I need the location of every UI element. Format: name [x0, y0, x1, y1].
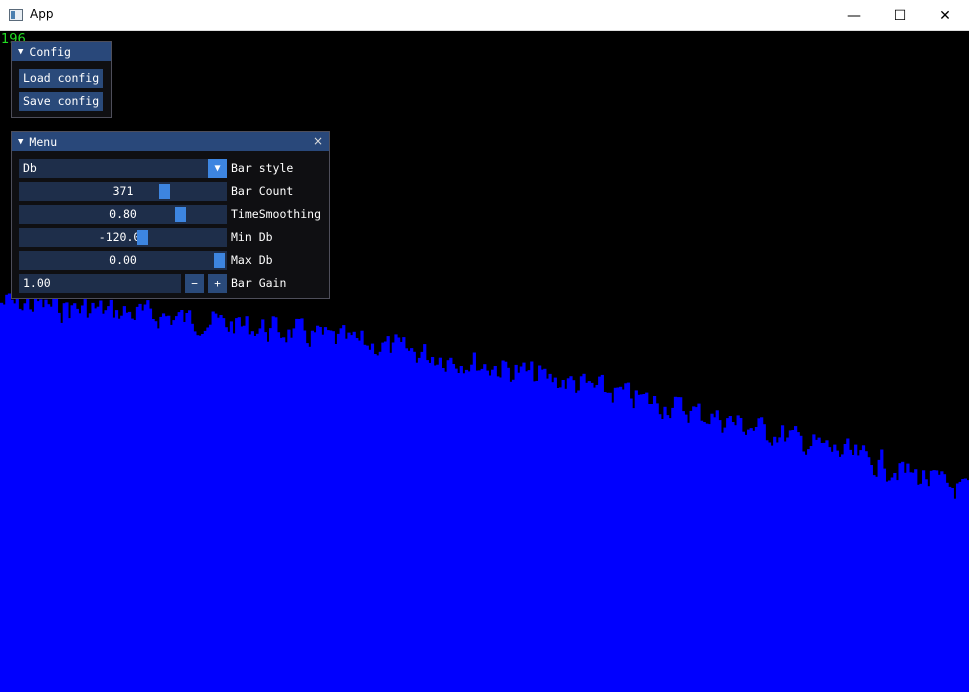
- decrement-button[interactable]: −: [185, 274, 204, 293]
- maximize-button[interactable]: ☐: [877, 0, 923, 31]
- config-panel-title: Config: [29, 44, 71, 59]
- config-panel: ▼ Config Load config Save config: [11, 41, 112, 118]
- render-viewport: 196 ▼ Config Load config Save config ▼ M…: [0, 31, 969, 692]
- bar-style-combo[interactable]: Db ▼: [19, 159, 227, 178]
- menu-panel: ▼ Menu × Db ▼ Bar style 371 Bar Count 0.…: [11, 131, 330, 299]
- slider-grab[interactable]: [136, 230, 148, 245]
- slider-grab[interactable]: [158, 184, 170, 199]
- minimize-button[interactable]: —: [831, 0, 877, 31]
- max-db-value: 0.00: [109, 253, 137, 267]
- bar-style-value: Db: [23, 161, 37, 175]
- window-title: App: [30, 7, 54, 21]
- bar-gain-input[interactable]: 1.00: [19, 274, 181, 293]
- time-smoothing-slider[interactable]: 0.80: [19, 205, 227, 224]
- bar-gain-value: 1.00: [23, 276, 51, 290]
- max-db-label: Max Db: [231, 253, 273, 267]
- load-config-button[interactable]: Load config: [19, 69, 104, 88]
- time-smoothing-label: TimeSmoothing: [231, 207, 322, 221]
- slider-grab[interactable]: [214, 253, 225, 268]
- slider-grab[interactable]: [175, 207, 187, 222]
- max-db-slider[interactable]: 0.00: [19, 251, 227, 270]
- title-bar: App — ☐ ✕: [0, 0, 969, 31]
- menu-panel-titlebar[interactable]: ▼ Menu ×: [12, 132, 329, 151]
- bar-gain-label: Bar Gain: [231, 276, 287, 290]
- save-config-button[interactable]: Save config: [19, 92, 104, 111]
- bar-count-value: 371: [112, 184, 134, 198]
- close-window-button[interactable]: ✕: [922, 0, 968, 31]
- collapse-arrow-icon[interactable]: ▼: [18, 47, 23, 57]
- bar-style-label: Bar style: [231, 161, 294, 175]
- min-db-value: -120.00: [98, 230, 148, 244]
- bar-count-label: Bar Count: [231, 184, 294, 198]
- collapse-arrow-icon[interactable]: ▼: [18, 137, 23, 147]
- app-icon: [9, 9, 23, 21]
- increment-button[interactable]: +: [208, 274, 227, 293]
- chevron-down-icon[interactable]: ▼: [208, 159, 227, 178]
- min-db-label: Min Db: [231, 230, 273, 244]
- time-smoothing-value: 0.80: [109, 207, 137, 221]
- bar-count-slider[interactable]: 371: [19, 182, 227, 201]
- config-panel-titlebar[interactable]: ▼ Config: [12, 42, 111, 61]
- menu-panel-title: Menu: [29, 134, 58, 149]
- min-db-slider[interactable]: -120.00: [19, 228, 227, 247]
- close-icon[interactable]: ×: [313, 134, 323, 148]
